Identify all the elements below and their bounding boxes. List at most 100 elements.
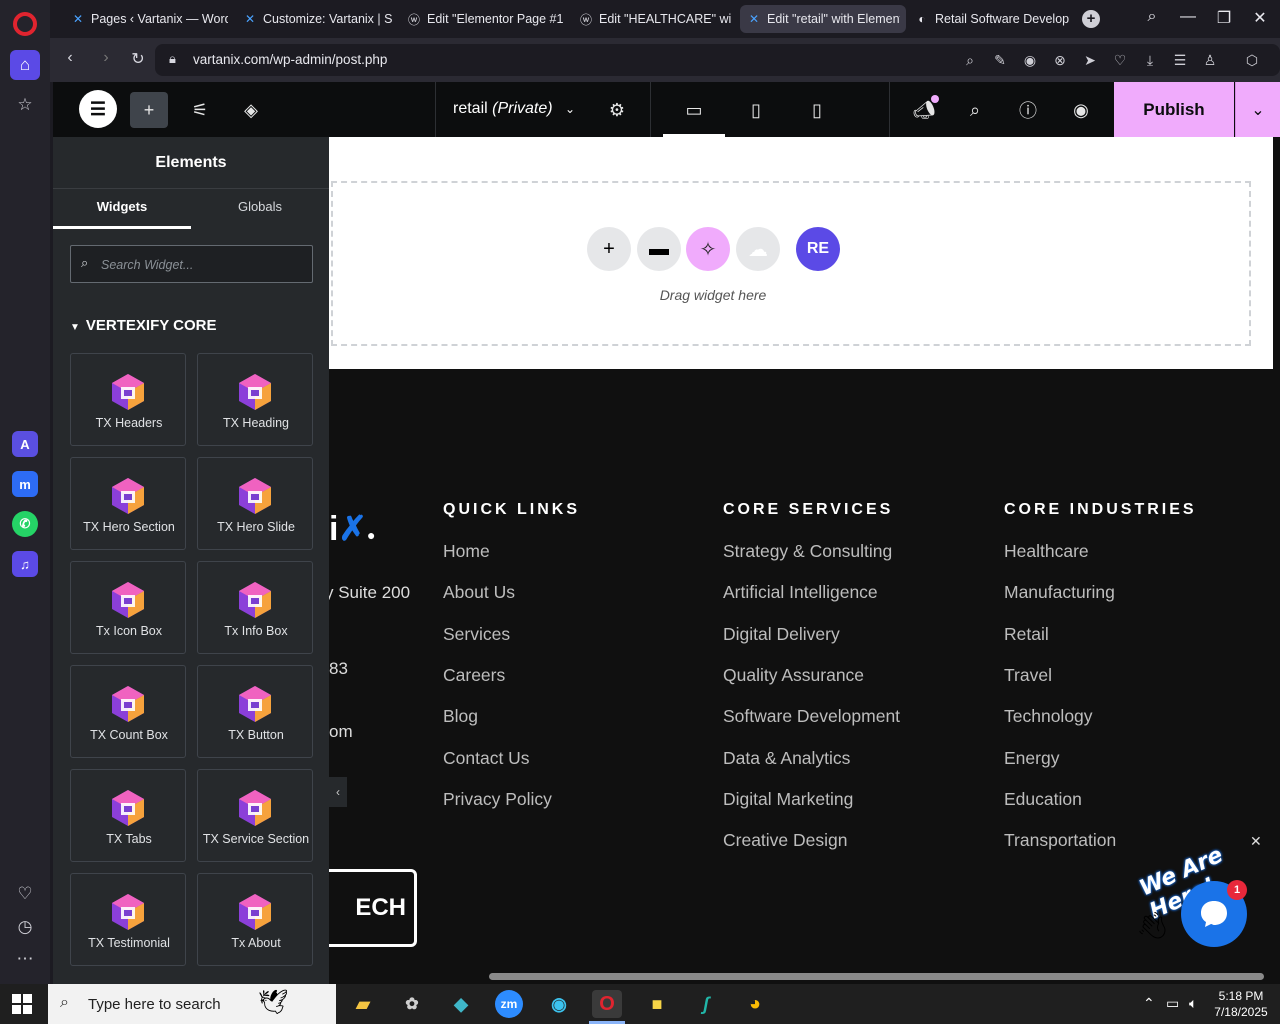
elementor-logo-icon[interactable]: ☰	[79, 90, 117, 128]
home-icon[interactable]: ⌂	[10, 50, 40, 80]
tab-widgets[interactable]: Widgets	[53, 189, 191, 229]
browser-tab-elementor-page[interactable]: ⓦ Edit "Elementor Page #10	[400, 5, 570, 33]
taskbar-search[interactable]: ⌕ 🕊︎	[48, 984, 336, 1024]
service-link[interactable]: Software Development	[723, 706, 900, 727]
widget-tile[interactable]: TX Heading	[197, 353, 313, 446]
quick-link[interactable]: Blog	[443, 706, 478, 727]
whatsapp-icon[interactable]: ✆	[12, 511, 38, 537]
windows-start-icon[interactable]	[12, 994, 32, 1014]
site-settings-sliders-icon[interactable]: ⚟	[181, 92, 219, 128]
industry-link[interactable]: Healthcare	[1004, 541, 1089, 562]
music-player-icon[interactable]: ♫	[12, 551, 38, 577]
royal-addons-icon[interactable]: RE	[796, 227, 840, 271]
cloud-kit-icon[interactable]: ☁	[736, 227, 780, 271]
download-icon[interactable]: ⤓	[1141, 52, 1159, 69]
profile-icon[interactable]: ♙	[1201, 52, 1219, 69]
heart-icon[interactable]: ♡	[10, 879, 40, 909]
file-explorer-icon[interactable]: ▰	[348, 990, 378, 1018]
finder-search-icon[interactable]: ⌕	[956, 92, 994, 128]
service-link[interactable]: Digital Delivery	[723, 624, 840, 645]
volume-icon[interactable]: 🔈︎	[1189, 995, 1197, 1012]
widget-search-box[interactable]: ⌕	[70, 245, 313, 283]
zoom-search-icon[interactable]: ⌕	[961, 52, 979, 69]
tab-globals[interactable]: Globals	[191, 189, 329, 229]
restore-icon[interactable]: ❐	[1212, 8, 1236, 28]
browser-tab-retail-software[interactable]: ◐ Retail Software Developm	[908, 5, 1076, 33]
mobile-view-icon[interactable]: ▯	[798, 92, 836, 128]
canvas-horizontal-scrollbar[interactable]	[329, 969, 1280, 984]
collapse-panel-chevron-icon[interactable]: ‹	[329, 777, 347, 807]
service-link[interactable]: Creative Design	[723, 830, 848, 851]
quick-link[interactable]: Contact Us	[443, 748, 530, 769]
industry-link[interactable]: Transportation	[1004, 830, 1116, 851]
widget-tile[interactable]: TX Testimonial	[70, 873, 186, 966]
chrome-browser-icon[interactable]: ◕	[740, 990, 770, 1018]
paint-palette-icon[interactable]: ✿	[397, 990, 427, 1018]
industry-link[interactable]: Education	[1004, 789, 1082, 810]
structure-layers-icon[interactable]: ◈	[232, 92, 270, 128]
page-settings-gear-icon[interactable]: ⚙	[598, 92, 636, 128]
camera-icon[interactable]: ◉	[1021, 52, 1039, 69]
add-element-button[interactable]: +	[130, 92, 168, 128]
pinboard-star-icon[interactable]: ☆	[10, 90, 40, 120]
opera-browser-icon[interactable]: O	[592, 990, 622, 1018]
messenger-icon[interactable]: m	[12, 471, 38, 497]
scrollbar-thumb[interactable]	[489, 973, 1264, 980]
extensions-cube-icon[interactable]: ⬡	[1243, 52, 1261, 69]
minimize-icon[interactable]: —	[1176, 8, 1200, 26]
page-title-dropdown[interactable]: retail (Private) ⌄	[453, 100, 575, 118]
show-hidden-icons-chevron-icon[interactable]: ⌃	[1143, 995, 1155, 1012]
reload-icon[interactable]: ↻	[127, 49, 149, 69]
tab-search-icon[interactable]: ⌕	[1140, 8, 1164, 26]
empty-section-dropzone[interactable]: + ▬ ✧ ☁ RE Drag widget here	[331, 181, 1251, 346]
widget-tile[interactable]: Tx About	[197, 873, 313, 966]
widget-tile[interactable]: TX Tabs	[70, 769, 186, 862]
ai-sparkle-icon[interactable]: ✧	[686, 227, 730, 271]
widget-category-header[interactable]: ▼ VERTEXIFY CORE	[70, 317, 217, 334]
industry-link[interactable]: Retail	[1004, 624, 1049, 645]
browser-tab-pages[interactable]: ✕ Pages ‹ Vartanix — WordP	[64, 5, 234, 33]
help-icon[interactable]: ⓘ	[1009, 92, 1047, 128]
industry-link[interactable]: Travel	[1004, 665, 1052, 686]
quick-link[interactable]: Careers	[443, 665, 505, 686]
more-dots-icon[interactable]: ⋯	[10, 944, 40, 974]
widget-tile[interactable]: Tx Info Box	[197, 561, 313, 654]
new-tab-icon[interactable]: +	[1082, 10, 1100, 28]
taskbar-search-input[interactable]	[88, 994, 248, 1014]
service-link[interactable]: Digital Marketing	[723, 789, 853, 810]
add-section-button[interactable]: +	[587, 227, 631, 271]
sticky-notes-icon[interactable]: ■	[642, 990, 672, 1018]
widget-tile[interactable]: Tx Icon Box	[70, 561, 186, 654]
service-link[interactable]: Data & Analytics	[723, 748, 850, 769]
quick-link[interactable]: Services	[443, 624, 510, 645]
desktop-view-icon[interactable]: ▭	[675, 92, 713, 128]
widget-tile[interactable]: TX Hero Section	[70, 457, 186, 550]
history-clock-icon[interactable]: ◷	[10, 912, 40, 942]
menu-icon[interactable]: ☰	[1171, 52, 1189, 69]
quick-link[interactable]: Privacy Policy	[443, 789, 552, 810]
close-window-icon[interactable]: ✕	[1248, 8, 1272, 28]
service-link[interactable]: Artificial Intelligence	[723, 582, 878, 603]
browser-tab-customize[interactable]: ✕ Customize: Vartanix | Soft	[236, 5, 398, 33]
quick-link[interactable]: Home	[443, 541, 490, 562]
widget-search-input[interactable]	[101, 255, 301, 275]
service-link[interactable]: Strategy & Consulting	[723, 541, 892, 562]
publish-button[interactable]: Publish	[1114, 82, 1234, 137]
industry-link[interactable]: Technology	[1004, 706, 1093, 727]
system-clock[interactable]: 5:18 PM 7/18/2025	[1210, 988, 1272, 1020]
browser-tab-healthcare[interactable]: ⓦ Edit "HEALTHCARE" with E	[572, 5, 737, 33]
publish-options-chevron-icon[interactable]: ⌄	[1235, 82, 1280, 137]
quick-link[interactable]: About Us	[443, 582, 515, 603]
back-icon[interactable]: ‹	[59, 49, 81, 67]
edge-browser-icon[interactable]: ◉	[544, 990, 574, 1018]
widget-tile[interactable]: TX Hero Slide	[197, 457, 313, 550]
network-icon[interactable]: ▭	[1166, 995, 1179, 1012]
widget-tile[interactable]: TX Button	[197, 665, 313, 758]
forward-icon[interactable]: ›	[95, 49, 117, 67]
service-link[interactable]: Quality Assurance	[723, 665, 864, 686]
preview-eye-icon[interactable]: ◉	[1062, 92, 1100, 128]
industry-link[interactable]: Energy	[1004, 748, 1059, 769]
edit-icon[interactable]: ✎	[991, 52, 1009, 69]
industry-link[interactable]: Manufacturing	[1004, 582, 1115, 603]
adblock-icon[interactable]: ⊗	[1051, 52, 1069, 69]
